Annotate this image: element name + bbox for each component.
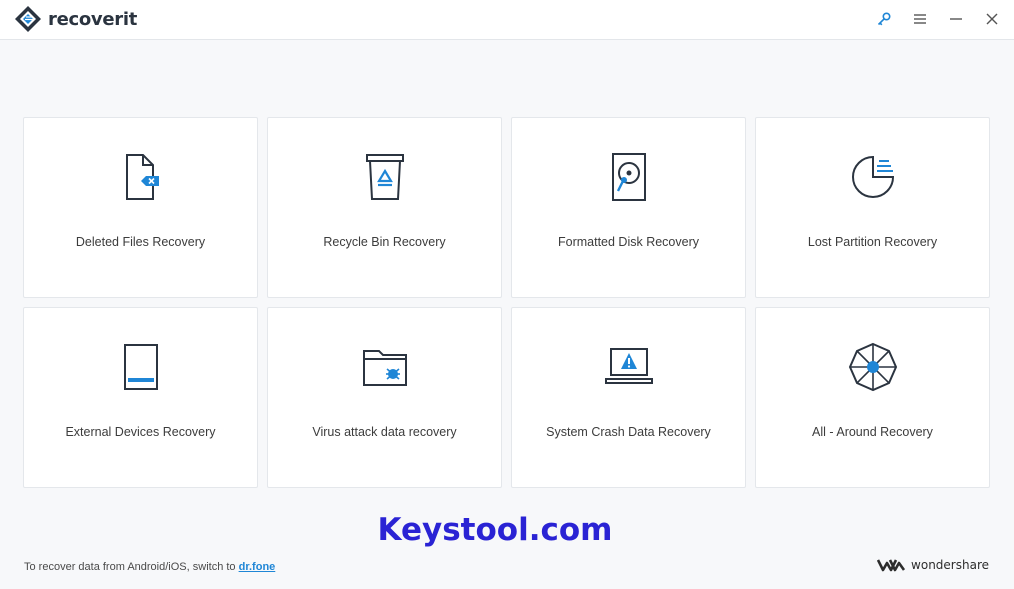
card-lost-partition-recovery[interactable]: Lost Partition Recovery	[755, 117, 990, 298]
card-all-around-recovery[interactable]: All - Around Recovery	[755, 307, 990, 488]
wondershare-logo-icon	[877, 559, 906, 572]
deleted-file-icon	[114, 150, 168, 204]
card-label: Recycle Bin Recovery	[323, 235, 446, 249]
footer-note-text: To recover data from Android/iOS, switch…	[24, 561, 236, 573]
watermark-text: Keystool.com	[377, 512, 613, 548]
card-label: Formatted Disk Recovery	[557, 235, 699, 249]
virus-folder-icon	[358, 340, 412, 394]
card-virus-attack-data-recovery[interactable]: Virus attack data recovery	[267, 307, 502, 488]
minimize-button[interactable]	[942, 6, 970, 32]
title-bar: recoverit	[0, 0, 1014, 40]
card-deleted-files-recovery[interactable]: Deleted Files Recovery	[23, 117, 258, 298]
card-system-crash-data-recovery[interactable]: System Crash Data Recovery	[511, 307, 746, 488]
footer-note: To recover data from Android/iOS, switch…	[24, 561, 275, 573]
recovery-mode-grid: Deleted Files Recovery Recycle Bin Recov…	[23, 117, 990, 488]
recoverit-logo-icon	[15, 6, 41, 32]
card-label: All - Around Recovery	[812, 425, 933, 439]
key-icon	[877, 12, 891, 26]
minimize-icon	[950, 18, 962, 20]
external-device-icon	[114, 340, 168, 394]
partition-icon	[846, 150, 900, 204]
all-around-icon	[846, 340, 900, 394]
app-logo: recoverit	[14, 5, 137, 33]
key-button[interactable]	[870, 6, 898, 32]
card-label: Deleted Files Recovery	[75, 235, 206, 249]
card-recycle-bin-recovery[interactable]: Recycle Bin Recovery	[267, 117, 502, 298]
card-label: System Crash Data Recovery	[546, 425, 711, 439]
menu-button[interactable]	[906, 6, 934, 32]
hard-disk-icon	[602, 150, 656, 204]
wondershare-brand: wondershare	[877, 557, 989, 573]
app-name: recoverit	[48, 8, 138, 30]
dr-fone-link[interactable]: dr.fone	[239, 561, 276, 573]
brand-name: wondershare	[911, 558, 989, 572]
card-label: Virus attack data recovery	[312, 425, 457, 439]
window-controls	[870, 6, 1006, 32]
close-icon	[986, 13, 998, 25]
crashed-laptop-icon	[602, 340, 656, 394]
close-button[interactable]	[978, 6, 1006, 32]
menu-icon	[914, 14, 926, 24]
card-label: External Devices Recovery	[65, 425, 216, 439]
card-external-devices-recovery[interactable]: External Devices Recovery	[23, 307, 258, 488]
recycle-bin-icon	[358, 150, 412, 204]
card-label: Lost Partition Recovery	[807, 235, 938, 249]
card-formatted-disk-recovery[interactable]: Formatted Disk Recovery	[511, 117, 746, 298]
